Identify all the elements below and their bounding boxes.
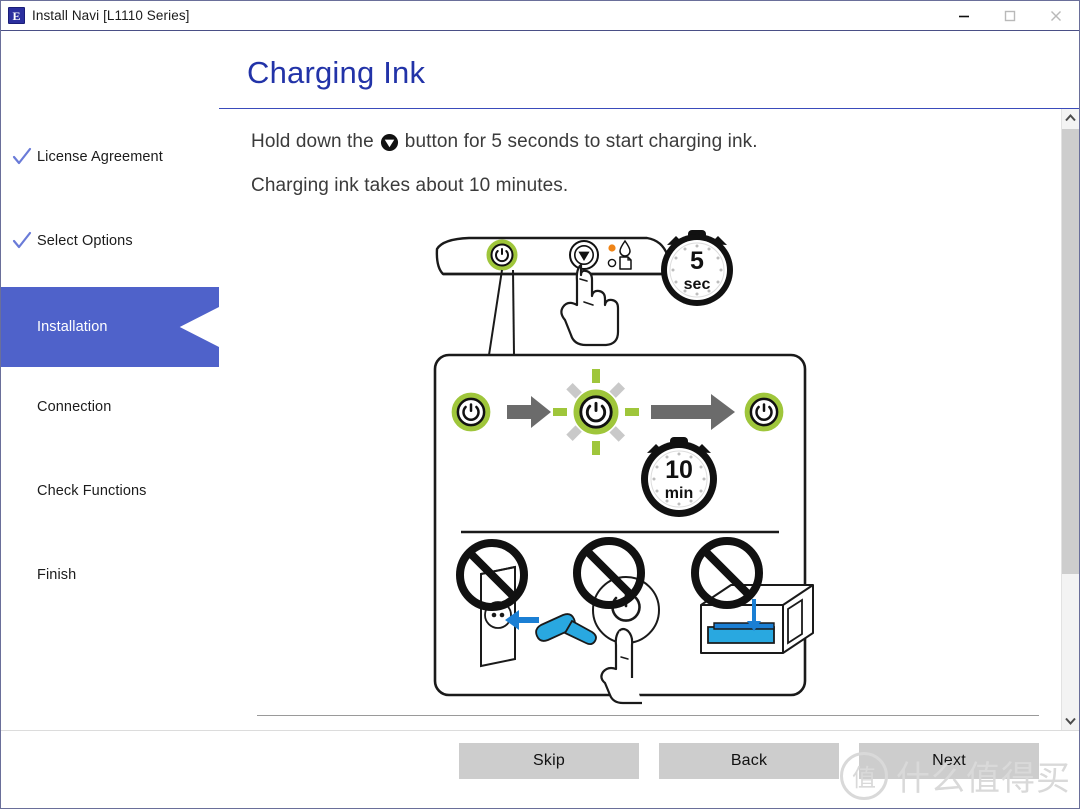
charging-ink-illustration: 5 sec 10 min	[429, 227, 819, 707]
content-area: Charging Ink Hold down the button for 5 …	[219, 31, 1079, 730]
footer: Skip Back Next	[1, 730, 1079, 808]
install-navi-window: E Install Navi [L1110 Series] License Ag…	[0, 0, 1080, 809]
timer-10-min: 10 min	[641, 437, 717, 517]
minimize-icon[interactable]	[941, 1, 987, 31]
timer-unit: sec	[684, 276, 711, 293]
chevron-up-icon[interactable]	[1062, 109, 1079, 127]
printer-control-panel	[435, 236, 671, 356]
page-title: Charging Ink	[247, 55, 426, 90]
sidebar-item-license-agreement[interactable]: License Agreement	[1, 121, 219, 193]
instruction-line-2: Charging ink takes about 10 minutes.	[251, 175, 1061, 197]
sidebar-nav: License Agreement Select Options Install…	[1, 31, 219, 730]
maximize-icon[interactable]	[987, 1, 1033, 31]
timer-value: 10	[665, 456, 693, 484]
title-bar: E Install Navi [L1110 Series]	[1, 1, 1079, 31]
instruction-text: Charging ink takes about 10 minutes.	[251, 175, 569, 196]
sidebar-item-label: Connection	[37, 399, 112, 415]
sidebar-item-label: Installation	[37, 319, 108, 335]
footer-button-row: Skip Back Next	[1, 743, 1079, 779]
chevron-down-icon[interactable]	[1062, 712, 1079, 730]
instruction-text-after: button for 5 seconds to start charging i…	[404, 131, 758, 152]
sidebar-item-connection[interactable]: Connection	[1, 371, 219, 443]
power-button-icon	[489, 242, 515, 268]
sidebar-item-select-options[interactable]: Select Options	[1, 205, 219, 277]
scrollbar-track[interactable]	[1062, 127, 1079, 712]
power-lamp-steady-final	[748, 396, 781, 429]
instruction-text-before: Hold down the	[251, 131, 374, 152]
sidebar-item-installation[interactable]: Installation	[1, 287, 219, 367]
timer-5-sec: 5 sec	[661, 230, 733, 306]
ink-stop-button-icon	[380, 133, 399, 152]
ink-button-icon	[569, 240, 599, 270]
timer-unit: min	[665, 485, 693, 502]
epson-e-icon: E	[8, 7, 25, 24]
sidebar: License Agreement Select Options Install…	[1, 31, 219, 730]
vertical-scrollbar[interactable]	[1061, 109, 1079, 730]
power-lamp-steady	[455, 396, 488, 429]
content-bottom-rule	[257, 715, 1039, 716]
window-controls	[941, 1, 1079, 31]
document-pane: Hold down the button for 5 seconds to st…	[219, 109, 1061, 730]
sidebar-item-label: Check Functions	[37, 483, 147, 499]
timer-value: 5	[690, 247, 704, 275]
check-icon	[12, 147, 32, 165]
instruction-line-1: Hold down the button for 5 seconds to st…	[251, 131, 1061, 153]
window-title: Install Navi [L1110 Series]	[32, 8, 190, 23]
scroll-area: Hold down the button for 5 seconds to st…	[219, 109, 1079, 730]
sidebar-item-check-functions[interactable]: Check Functions	[1, 455, 219, 527]
next-button[interactable]: Next	[859, 743, 1039, 779]
sidebar-item-label: Finish	[37, 567, 77, 583]
pressing-finger-icon	[560, 263, 620, 347]
check-icon	[12, 231, 32, 249]
skip-button[interactable]: Skip	[459, 743, 639, 779]
window-body: License Agreement Select Options Install…	[1, 31, 1079, 730]
scrollbar-thumb[interactable]	[1062, 129, 1079, 574]
close-icon[interactable]	[1033, 1, 1079, 31]
sidebar-item-finish[interactable]: Finish	[1, 539, 219, 611]
back-button[interactable]: Back	[659, 743, 839, 779]
